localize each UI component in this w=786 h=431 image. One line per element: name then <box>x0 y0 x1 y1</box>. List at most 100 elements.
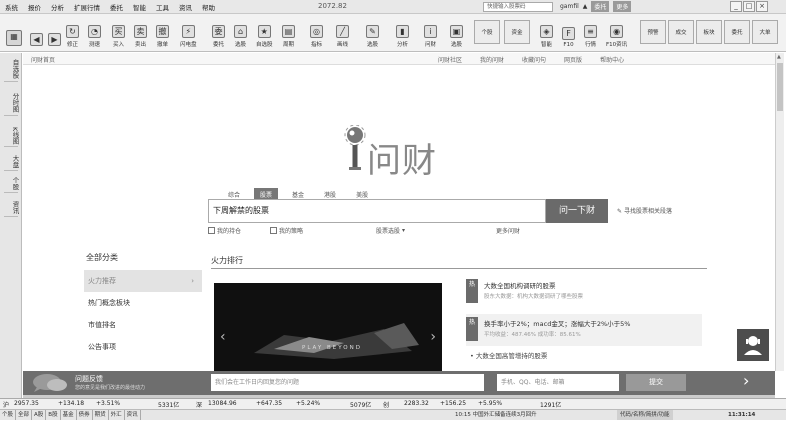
menu-trade[interactable]: 委托 <box>105 2 128 12</box>
toolbar-btn-20[interactable]: ≡ 行情 <box>584 16 597 48</box>
bottom-tab[interactable]: 个股 <box>0 410 17 420</box>
bottom-tab[interactable]: A股 <box>32 410 47 420</box>
chevron-right-icon: › <box>191 277 194 285</box>
tray-more-button[interactable]: 更多 <box>613 1 632 12</box>
toolbar-btn-15[interactable]: ▣ 选股 <box>450 16 463 48</box>
minimize-button[interactable]: _ <box>730 1 742 12</box>
web-version-link[interactable]: 网页版 <box>564 55 582 64</box>
menu-analysis[interactable]: 分析 <box>46 2 69 12</box>
toolbar-btn-4[interactable]: 撤撤单 <box>156 16 169 48</box>
toolbar-right-3[interactable]: 委托 <box>724 20 750 44</box>
bottom-tab[interactable]: 资讯 <box>125 410 141 420</box>
left-tab-0[interactable]: 自选股 <box>4 57 19 82</box>
vertical-scrollbar[interactable]: ▲ <box>775 53 784 371</box>
left-tab-1[interactable]: 分时图 <box>4 91 19 116</box>
left-tab-3[interactable]: 大盘 <box>4 153 19 171</box>
menu-quote[interactable]: 报价 <box>23 2 46 12</box>
favorites-link[interactable]: 收藏问句 <box>522 55 546 64</box>
toolbar-btn-13[interactable]: ▮ 分析 <box>396 16 409 48</box>
toolbar-btn-9[interactable]: ▤ 周期 <box>282 16 295 48</box>
toolbar-btn-2[interactable]: 买买入 <box>112 16 125 48</box>
scroll-up-icon[interactable]: ▲ <box>777 54 781 60</box>
category-item[interactable]: 火力推荐 › <box>84 270 202 292</box>
scroll-thumb[interactable] <box>777 63 783 111</box>
up-arrow-icon[interactable]: ▲ <box>583 3 588 10</box>
search-input[interactable]: 下周解禁的股票 <box>208 199 546 223</box>
bottom-tab[interactable]: B股 <box>46 410 61 420</box>
toolbar-btn-11[interactable]: ╱ 画线 <box>336 16 349 48</box>
toolbar-right-4[interactable]: 大单 <box>752 20 778 44</box>
promo-banner[interactable]: ‹ › PLAY BEYOND <box>214 283 442 375</box>
more-link[interactable]: 更多问财 <box>496 226 520 235</box>
help-link[interactable]: 帮助中心 <box>600 55 624 64</box>
toolbar-right-2[interactable]: 板块 <box>696 20 722 44</box>
tray-trade-button[interactable]: 委托 <box>591 1 610 12</box>
bottom-tab[interactable]: 债券 <box>77 410 93 420</box>
toolbar-right-1[interactable]: 成交 <box>668 20 694 44</box>
toolbar-btn-19[interactable]: F F10 <box>562 16 575 48</box>
my-wencai-link[interactable]: 我的问财 <box>480 55 504 64</box>
bottom-tab[interactable]: 外汇 <box>109 410 125 420</box>
toolbar-btn-16[interactable]: 个股 <box>474 20 500 44</box>
toolbar-btn-6[interactable]: 委委托 <box>212 16 225 48</box>
feedback-input[interactable]: 我们会在工作日内回复您的问题 <box>211 374 484 391</box>
toolbar-right-0[interactable]: 预警 <box>640 20 666 44</box>
toolbar-btn-8[interactable]: ★ 自选股 <box>256 16 273 48</box>
toolbar-btn-12[interactable]: ✎ 选股 <box>366 16 379 48</box>
menu-tools[interactable]: 工具 <box>151 2 174 12</box>
user-name: gamfil <box>560 3 579 10</box>
advanced-link[interactable]: ✎ 寻找股票相关段落 <box>617 206 672 215</box>
banner-prev-icon[interactable]: ‹ <box>220 329 226 345</box>
banner-next-icon[interactable]: › <box>430 329 436 345</box>
toolbar-btn-18[interactable]: ◈ 智能 <box>540 16 553 48</box>
menu-help[interactable]: 帮助 <box>197 2 220 12</box>
toolbar-btn-14[interactable]: i 问财 <box>424 16 437 48</box>
home-link[interactable]: 问财首页 <box>31 55 55 64</box>
left-tab-2[interactable]: K线图 <box>4 125 19 148</box>
toolbar-btn-17[interactable]: 资金 <box>504 20 530 44</box>
toolbar-btn-3[interactable]: 卖卖出 <box>134 16 147 48</box>
hot-extra-link[interactable]: • 大数全国高管增持的股票 <box>470 350 547 360</box>
menu-news[interactable]: 资讯 <box>174 2 197 12</box>
toolbar-btn-21[interactable]: ◉ F10资讯 <box>606 16 627 48</box>
hot-item[interactable]: 热 大数全国机构调研的股票 股东大数据：机构大数据调研了哪些股票 <box>466 276 706 314</box>
hot-item[interactable]: 热 换手率小于2%；macd金叉；涨幅大于2%小于5% 平均收益：487.46%… <box>466 314 706 352</box>
left-tab-4[interactable]: 个股 <box>4 175 19 193</box>
left-tab-5[interactable]: 资讯 <box>4 199 19 217</box>
menu-smart[interactable]: 智能 <box>128 2 151 12</box>
menu-extended[interactable]: 扩展行情 <box>69 2 105 12</box>
toolbar-forward[interactable]: ▶ <box>48 16 61 48</box>
search-button[interactable]: 问一下财 <box>546 199 608 223</box>
quick-search-input[interactable]: 快捷输入股票码 <box>483 2 553 12</box>
code-input[interactable]: 代码/名称/简拼/功能 <box>617 410 673 420</box>
category-item[interactable]: 市值排名 <box>84 314 202 336</box>
toolbar-label: 委托 <box>731 30 743 36</box>
toolbar-btn-5[interactable]: ⚡ 闪电盘 <box>180 16 197 48</box>
close-button[interactable]: × <box>756 1 768 12</box>
draw-line-icon: ╱ <box>336 25 349 38</box>
bottom-tab[interactable]: 基金 <box>61 410 77 420</box>
toolbar-btn-10[interactable]: ◎ 指标 <box>310 16 323 48</box>
strategy-checkbox[interactable]: 我的策略 <box>270 226 303 235</box>
bottom-tab[interactable]: 全部 <box>16 410 33 420</box>
bottom-tab-bar: 个股 全部 A股 B股 基金 债券 期货 外汇 资讯 10:15 中国外汇储备连续3月回升 代码… <box>0 409 786 420</box>
contact-input[interactable]: 手机、QQ、电话、邮箱 <box>497 374 619 391</box>
toolbar-label: 画线 <box>336 42 348 48</box>
toolbar-btn-1[interactable]: ◔ 测速 <box>88 16 101 48</box>
toolbar-btn-0[interactable]: ↻ 修正 <box>66 16 79 48</box>
news-ticker[interactable]: 10:15 中国外汇储备连续3月回升 <box>455 410 537 420</box>
holdings-checkbox[interactable]: 我的持仓 <box>208 226 241 235</box>
stock-select-link[interactable]: 股票选股 ▾ <box>376 226 405 235</box>
community-link[interactable]: 问财社区 <box>438 55 462 64</box>
maximize-button[interactable]: □ <box>743 1 755 12</box>
menu-system[interactable]: 系统 <box>0 2 23 12</box>
toolbar-home[interactable]: ▦ <box>6 16 22 48</box>
category-item[interactable]: 热门概念板块 <box>84 292 202 314</box>
submit-button[interactable]: 提交 <box>626 374 686 391</box>
bottom-tab[interactable]: 期货 <box>93 410 109 420</box>
customer-service-button[interactable] <box>737 329 769 361</box>
chevron-right-icon[interactable]: › <box>743 371 749 390</box>
toolbar-back[interactable]: ◀ <box>30 16 43 48</box>
toolbar-btn-7[interactable]: ⌂ 选股 <box>234 16 247 48</box>
category-item[interactable]: 公告事项 <box>84 336 202 358</box>
